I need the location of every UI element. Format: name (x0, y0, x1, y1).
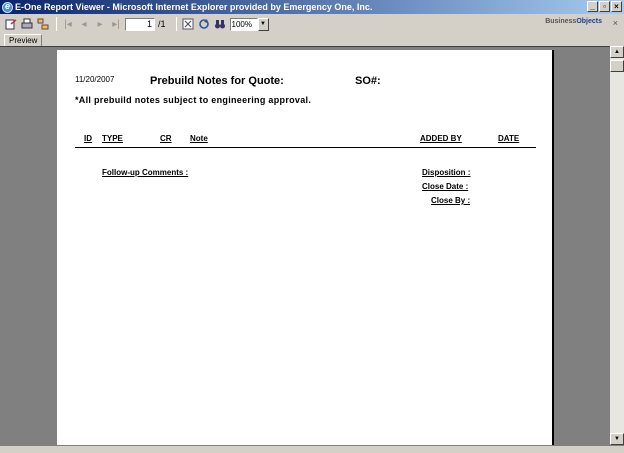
previous-page-icon: ◂ (81, 18, 87, 30)
close-date-label: Close Date : (422, 182, 469, 191)
column-header-cr: CR (160, 134, 172, 143)
brand-prefix: Business (545, 18, 577, 25)
search-button[interactable] (213, 17, 227, 31)
scroll-thumb[interactable] (610, 60, 624, 72)
print-button[interactable] (20, 17, 34, 31)
zoom-value: 100% (229, 17, 258, 31)
zoom-select[interactable]: 100% ▼ (229, 17, 269, 31)
close-by-label: Close By : (431, 196, 471, 205)
last-page-button[interactable]: ▸| (109, 17, 123, 31)
report-viewport: 11/20/2007 Prebuild Notes for Quote: SO#… (0, 46, 610, 446)
column-header-added-by: ADDED BY (420, 134, 462, 143)
followup-comments-label: Follow-up Comments : (102, 168, 189, 177)
current-page-input[interactable]: 1 (125, 17, 155, 31)
window-title: E-One Report Viewer - Microsoft Internet… (15, 2, 373, 12)
title-bar: E-One Report Viewer - Microsoft Internet… (0, 0, 624, 14)
status-bar (0, 445, 624, 453)
brand-suffix: Objects (576, 18, 602, 25)
restore-button[interactable]: ▫ (599, 1, 610, 12)
minimize-button[interactable]: _ (587, 1, 598, 12)
binoculars-icon (214, 20, 225, 29)
last-page-icon: ▸| (112, 18, 120, 30)
first-page-icon: |◂ (64, 18, 72, 30)
scroll-down-button[interactable]: ▼ (610, 433, 624, 445)
refresh-icon (198, 19, 209, 29)
scroll-up-button[interactable]: ▲ (610, 46, 624, 58)
disposition-label: Disposition : (422, 168, 471, 177)
refresh-button[interactable] (197, 17, 211, 31)
next-page-button[interactable]: ▸ (93, 17, 107, 31)
previous-page-button[interactable]: ◂ (77, 17, 91, 31)
toolbar-separator (56, 17, 57, 31)
column-header-type: TYPE (102, 134, 123, 143)
column-header-date: DATE (498, 134, 520, 143)
stop-icon (182, 18, 194, 30)
report-viewer-window: E-One Report Viewer - Microsoft Internet… (0, 0, 624, 453)
report-page: 11/20/2007 Prebuild Notes for Quote: SO#… (57, 50, 554, 446)
export-icon (5, 19, 17, 30)
toolbar-separator (175, 17, 177, 31)
total-pages: /1 (158, 19, 166, 29)
report-title: Prebuild Notes for Quote: (150, 75, 284, 87)
chevron-down-icon[interactable]: ▼ (257, 17, 269, 31)
approval-note: *All prebuild notes subject to engineeri… (75, 95, 312, 105)
column-header-id: ID (84, 134, 92, 143)
header-divider (75, 147, 536, 148)
column-header-note: Note (190, 134, 208, 143)
report-date: 11/20/2007 (75, 75, 115, 84)
printer-icon (21, 18, 33, 29)
vertical-scrollbar[interactable]: ▲ ▼ (610, 46, 624, 445)
next-page-icon: ▸ (97, 18, 103, 30)
toolbar: |◂ ◂ ▸ ▸| 1 /1 100% ▼ (0, 14, 624, 34)
group-tree-button[interactable] (36, 17, 50, 31)
group-tree-icon (37, 18, 49, 30)
business-objects-logo: BusinessObjects (545, 18, 602, 25)
export-button[interactable] (4, 17, 18, 31)
close-button[interactable]: × (611, 1, 622, 12)
close-viewer-button[interactable]: × (613, 18, 618, 28)
first-page-button[interactable]: |◂ (61, 17, 75, 31)
internet-explorer-icon (2, 1, 13, 13)
stop-button[interactable] (181, 17, 195, 31)
so-number-label: SO#: (355, 75, 381, 87)
